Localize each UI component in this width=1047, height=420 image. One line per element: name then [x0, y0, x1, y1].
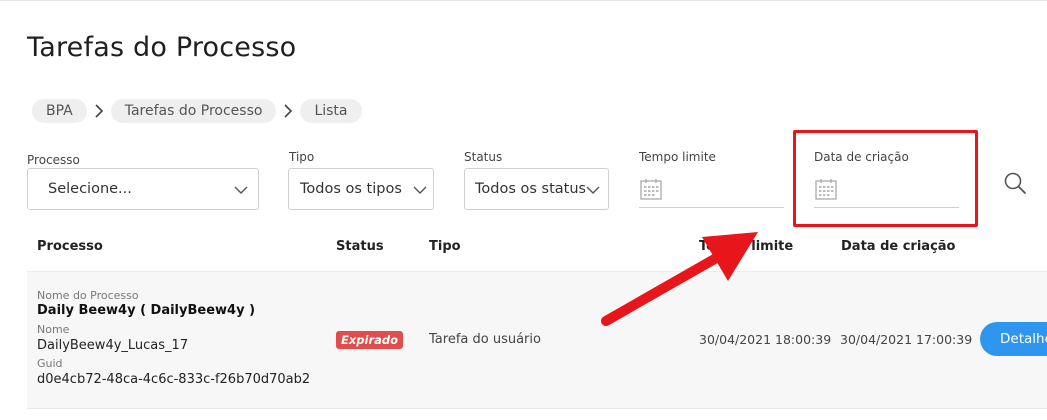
- annotation-arrow-icon: [601, 232, 758, 326]
